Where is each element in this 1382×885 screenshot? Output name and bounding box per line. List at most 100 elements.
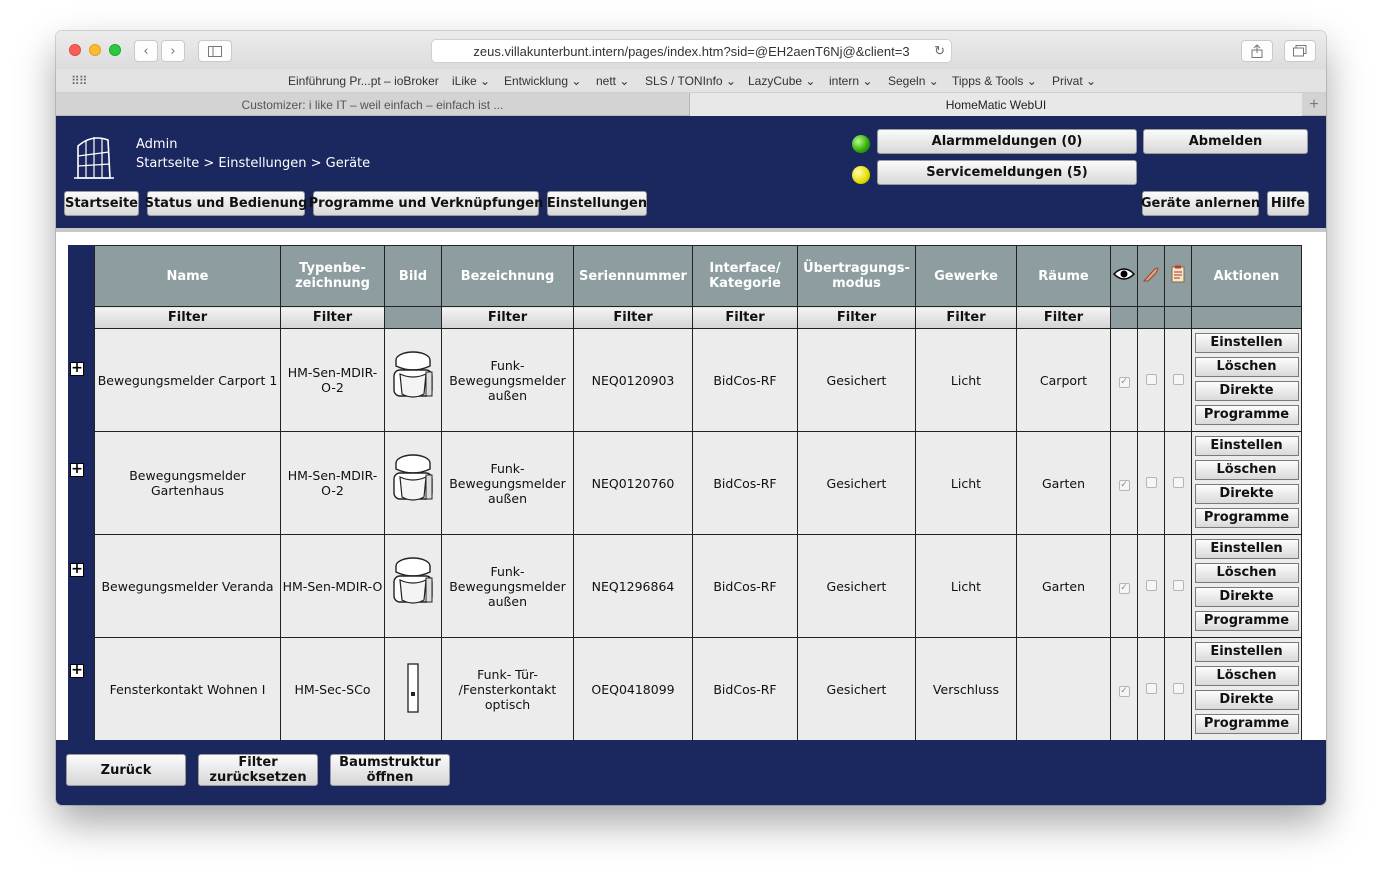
- operate-checkbox[interactable]: [1145, 476, 1157, 488]
- visible-checkbox[interactable]: ✓: [1118, 377, 1130, 388]
- delete-button[interactable]: Löschen: [1194, 666, 1299, 686]
- visible-checkbox[interactable]: ✓: [1118, 583, 1130, 594]
- nav-programs-button[interactable]: Programme und Verknüpfungen: [309, 191, 543, 216]
- tab-customizer[interactable]: Customizer: i like IT – weil einfach – e…: [56, 93, 690, 116]
- protocol-checkbox[interactable]: [1172, 579, 1184, 591]
- table-row[interactable]: Bewegungsmelder Veranda HM-Sen-MDIR-O Funk…: [94, 534, 1302, 638]
- bookmark-item[interactable]: intern ⌄: [829, 74, 872, 88]
- settings-button[interactable]: Einstellen: [1194, 436, 1299, 456]
- logout-button[interactable]: Abmelden: [1143, 129, 1308, 154]
- device-interface: BidCos-RF: [692, 431, 798, 535]
- expand-row-icon[interactable]: +: [70, 361, 84, 376]
- protocol-checkbox-cell: [1164, 534, 1192, 638]
- tabs-overview-icon[interactable]: [1284, 40, 1316, 62]
- nav-settings-button[interactable]: Einstellungen: [547, 191, 647, 216]
- operate-checkbox[interactable]: [1145, 682, 1157, 694]
- help-button[interactable]: Hilfe: [1267, 191, 1309, 216]
- device-image: [384, 431, 442, 535]
- device-trade: Licht: [915, 431, 1017, 535]
- table-row[interactable]: Fensterkontakt Wohnen I HM-Sec-SCo Funk- T…: [94, 637, 1302, 740]
- col-description[interactable]: Bezeichnung: [441, 245, 574, 307]
- bookmark-item[interactable]: SLS / TONInfo ⌄: [645, 74, 736, 88]
- table-row[interactable]: Bewegungsmelder Gartenhaus HM-Sen-MDIR-O-…: [94, 431, 1302, 535]
- settings-button[interactable]: Einstellen: [1194, 539, 1299, 559]
- filter-interface-button[interactable]: Filter: [692, 306, 798, 329]
- delete-button[interactable]: Löschen: [1194, 563, 1299, 583]
- back-button[interactable]: Zurück: [66, 754, 186, 786]
- alarm-messages-button[interactable]: Alarmmeldungen (0): [877, 129, 1137, 154]
- row-actions: Einstellen Löschen Direkte Programme: [1191, 637, 1302, 740]
- open-tree-button[interactable]: Baumstruktur öffnen: [330, 754, 450, 786]
- filter-mode-button[interactable]: Filter: [797, 306, 916, 329]
- service-messages-button[interactable]: Servicemeldungen (5): [877, 160, 1137, 185]
- programs-button[interactable]: Programme: [1194, 508, 1299, 528]
- back-arrow-icon[interactable]: ‹: [134, 40, 158, 62]
- col-serial[interactable]: Seriennummer: [573, 245, 693, 307]
- bookmark-item[interactable]: Tipps & Tools ⌄: [952, 74, 1037, 88]
- col-interface[interactable]: Interface/Kategorie: [692, 245, 798, 307]
- nav-status-button[interactable]: Status und Bedienung: [145, 191, 307, 216]
- filter-trade-button[interactable]: Filter: [915, 306, 1017, 329]
- bookmark-item[interactable]: Einführung Pr...pt – ioBroker: [288, 74, 439, 88]
- filter-type-button[interactable]: Filter: [280, 306, 385, 329]
- reset-filter-button[interactable]: Filter zurücksetzen: [198, 754, 318, 786]
- direct-links-button[interactable]: Direkte: [1194, 381, 1299, 401]
- col-mode[interactable]: Übertragungs-modus: [797, 245, 916, 307]
- filter-description-button[interactable]: Filter: [441, 306, 574, 329]
- table-row[interactable]: Bewegungsmelder Carport 1 HM-Sen-MDIR-O-2…: [94, 328, 1302, 432]
- expand-row-icon[interactable]: +: [70, 462, 84, 477]
- programs-button[interactable]: Programme: [1194, 611, 1299, 631]
- col-room[interactable]: Räume: [1016, 245, 1111, 307]
- settings-button[interactable]: Einstellen: [1194, 333, 1299, 353]
- delete-button[interactable]: Löschen: [1194, 357, 1299, 377]
- direct-links-button[interactable]: Direkte: [1194, 484, 1299, 504]
- zoom-window-button[interactable]: [109, 44, 121, 56]
- delete-button[interactable]: Löschen: [1194, 460, 1299, 480]
- programs-button[interactable]: Programme: [1194, 714, 1299, 734]
- reload-icon[interactable]: ↻: [934, 43, 945, 59]
- filter-name-button[interactable]: Filter: [94, 306, 281, 329]
- bookmark-item[interactable]: Entwicklung ⌄: [504, 74, 581, 88]
- direct-links-button[interactable]: Direkte: [1194, 690, 1299, 710]
- direct-links-button[interactable]: Direkte: [1194, 587, 1299, 607]
- filter-empty: [1164, 306, 1192, 329]
- nav-home-button[interactable]: Startseite: [64, 191, 139, 216]
- programs-button[interactable]: Programme: [1194, 405, 1299, 425]
- device-interface: BidCos-RF: [692, 328, 798, 432]
- top-sites-grid-icon[interactable]: ⠿⠿: [71, 74, 88, 88]
- col-name[interactable]: Name: [94, 245, 281, 307]
- operate-checkbox[interactable]: [1145, 579, 1157, 591]
- protocol-checkbox[interactable]: [1172, 373, 1184, 385]
- expand-row-icon[interactable]: +: [70, 562, 84, 577]
- col-type[interactable]: Typenbe-zeichnung: [280, 245, 385, 307]
- device-mode: Gesichert: [797, 328, 916, 432]
- expand-row-icon[interactable]: +: [70, 663, 84, 678]
- tab-homematic[interactable]: HomeMatic WebUI: [690, 93, 1302, 116]
- device-description: Funk-Bewegungsmelder außen: [441, 534, 574, 638]
- filter-room-button[interactable]: Filter: [1016, 306, 1111, 329]
- learn-devices-button[interactable]: Geräte anlernen: [1141, 191, 1260, 216]
- forward-arrow-icon[interactable]: ›: [161, 40, 185, 62]
- operate-checkbox[interactable]: [1145, 373, 1157, 385]
- filter-serial-button[interactable]: Filter: [573, 306, 693, 329]
- bookmark-item[interactable]: nett ⌄: [596, 74, 629, 88]
- bookmark-item[interactable]: Segeln ⌄: [888, 74, 939, 88]
- bookmark-item[interactable]: LazyCube ⌄: [748, 74, 815, 88]
- protocol-checkbox[interactable]: [1172, 682, 1184, 694]
- protocol-checkbox[interactable]: [1172, 476, 1184, 488]
- bookmark-item[interactable]: Privat ⌄: [1052, 74, 1096, 88]
- address-bar[interactable]: zeus.villakunterbunt.intern/pages/index.…: [431, 39, 952, 63]
- sidebar-icon[interactable]: [198, 40, 232, 62]
- visible-checkbox[interactable]: ✓: [1118, 480, 1130, 491]
- visible-checkbox[interactable]: ✓: [1118, 686, 1130, 697]
- col-trade[interactable]: Gewerke: [915, 245, 1017, 307]
- device-room: Carport: [1016, 328, 1111, 432]
- bookmark-item[interactable]: iLike ⌄: [452, 74, 490, 88]
- operate-checkbox-cell: [1137, 328, 1165, 432]
- minimize-window-button[interactable]: [89, 44, 101, 56]
- settings-button[interactable]: Einstellen: [1194, 642, 1299, 662]
- filter-empty: [1191, 306, 1302, 329]
- close-window-button[interactable]: [69, 44, 81, 56]
- share-icon[interactable]: [1241, 40, 1273, 62]
- new-tab-icon[interactable]: +: [1302, 93, 1326, 116]
